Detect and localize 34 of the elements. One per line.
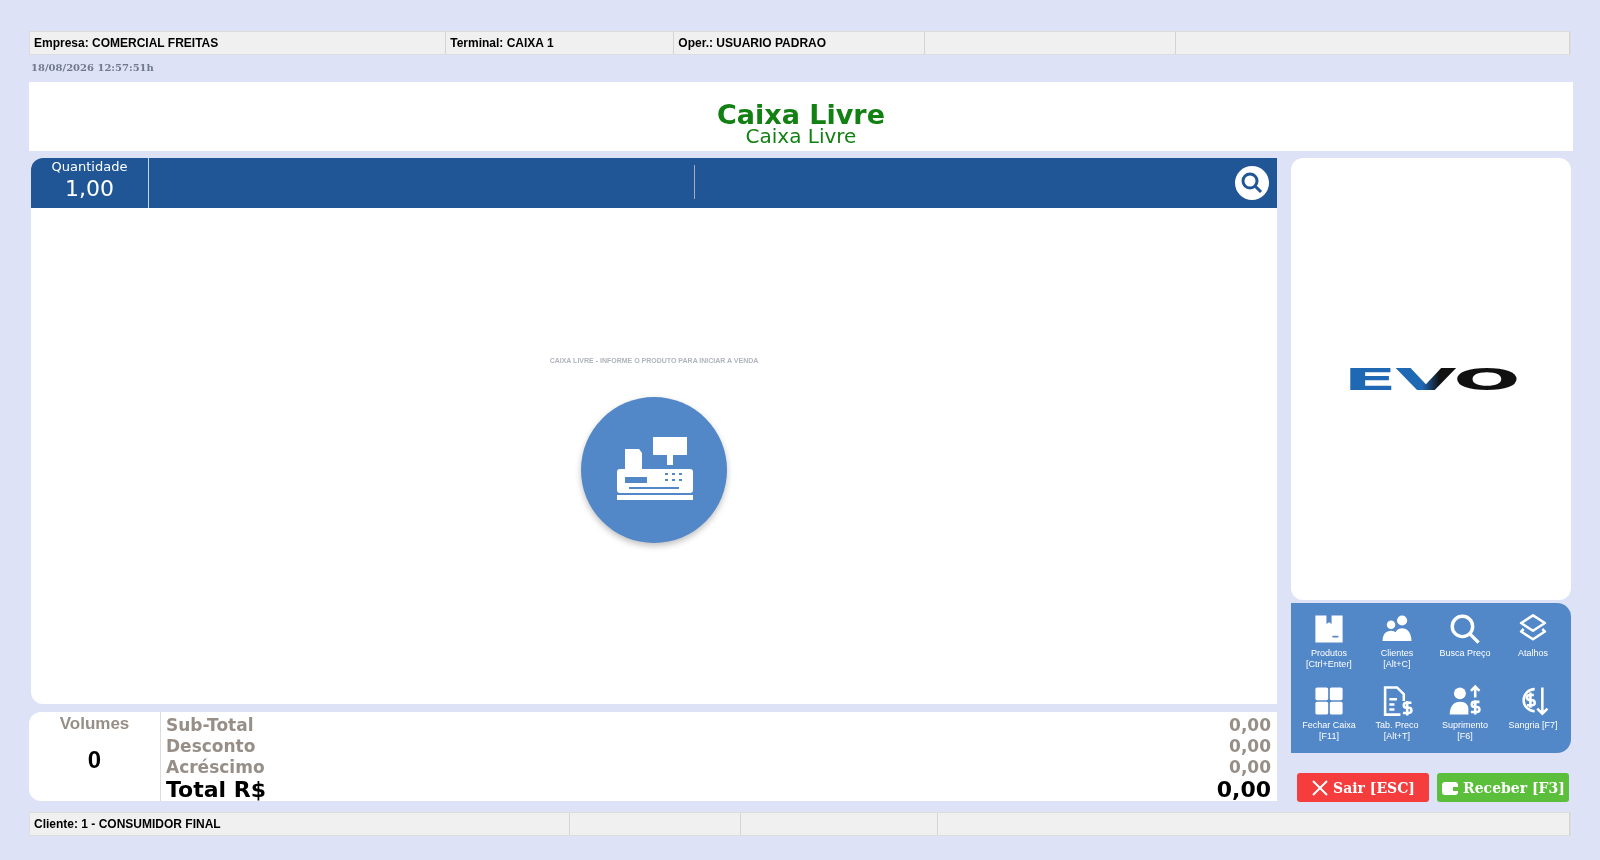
total-label: Total R$	[166, 778, 266, 802]
shortcut-button[interactable]: Suprimento [F6]	[1431, 683, 1499, 749]
total-value: 0,00	[1216, 778, 1271, 802]
box-icon	[1312, 612, 1346, 646]
header-field: Oper.: USUARIO PADRAO	[674, 32, 925, 54]
total-label: Sub-Total	[166, 715, 254, 736]
shortcut-button[interactable]: Atalhos	[1499, 612, 1567, 678]
total-label: Desconto	[166, 736, 256, 757]
shortcut-button[interactable]: Sangria [F7]	[1499, 683, 1567, 749]
status-subtitle: Caixa Livre	[745, 126, 857, 145]
shortcut-button[interactable]: Clientes [Alt+C]	[1363, 612, 1431, 678]
header-field: Empresa: COMERCIAL FREITAS	[30, 32, 447, 54]
shortcut-button[interactable]: Fechar Caixa [F11]	[1295, 683, 1363, 749]
total-value: 0,00	[1229, 736, 1271, 757]
status-title: Caixa Livre	[717, 102, 885, 127]
close-icon	[1311, 778, 1330, 797]
receive-button[interactable]: Receber [F3]	[1437, 773, 1569, 802]
total-value: 0,00	[1229, 757, 1271, 778]
quantity-label: Quantidade	[51, 158, 128, 174]
shortcut-button[interactable]: Busca Preço	[1431, 612, 1499, 678]
date-time: 18/08/2026 12:57:51h	[30, 61, 155, 75]
volumes-value: 0	[87, 746, 102, 774]
header-field: Terminal: CAIXA 1	[446, 32, 675, 54]
search-button[interactable]	[1235, 166, 1269, 200]
person-money-icon	[1448, 683, 1482, 718]
total-value: 0,00	[1229, 715, 1271, 736]
exit-button[interactable]: Sair [ESC]	[1297, 773, 1429, 802]
search-icon	[1448, 612, 1482, 646]
quantity-value[interactable]: 1,00	[65, 174, 114, 201]
shortcut-button[interactable]: Tab. Preco [Alt+T]	[1363, 683, 1431, 749]
volumes-label: Volumes	[59, 713, 130, 734]
total-label: Acréscimo	[166, 757, 265, 778]
search-icon	[1240, 171, 1264, 195]
shortcut-button[interactable]: Produtos [Ctrl+Enter]	[1295, 612, 1363, 678]
